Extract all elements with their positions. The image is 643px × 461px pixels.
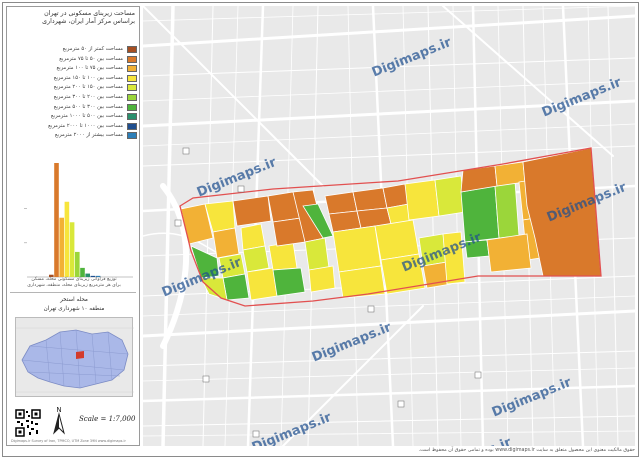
- parcel[interactable]: [268, 241, 298, 271]
- parcel[interactable]: [222, 273, 250, 301]
- legend-swatch: [127, 93, 137, 101]
- legend-label: مساحت کمتر از ۵۰ مترمربع: [62, 46, 123, 52]
- parcel[interactable]: [272, 267, 306, 297]
- histogram-bar: [80, 267, 85, 277]
- poi-marker-icon: [174, 219, 182, 227]
- histogram-bar: [64, 201, 70, 277]
- legend-swatch: [127, 55, 137, 63]
- legend-swatch: [127, 122, 137, 130]
- location-inset-map: [15, 317, 134, 397]
- parcel[interactable]: [308, 265, 336, 293]
- parcel[interactable]: [332, 225, 382, 273]
- legend-item: مساحت کمتر از ۵۰ مترمربع: [11, 45, 137, 55]
- parcel[interactable]: [304, 237, 330, 271]
- legend-label: مساحت بین ۷۵ تا ۱۰۰ مترمربع: [56, 65, 123, 72]
- divider: [10, 292, 136, 293]
- location-title: محله استخر منطقه ۱۰ شهرداری تهران: [43, 297, 105, 312]
- legend-item: مساحت بین ۱۰۰ تا ۱۵۰ مترمربع: [11, 74, 137, 84]
- map-scale: Scale = 1:7,000: [79, 415, 136, 423]
- histogram-bar: [69, 222, 75, 277]
- histogram-bar: [75, 251, 80, 277]
- map-view[interactable]: Digimaps.ir Digimaps.ir Digimaps.ir Digimap…: [143, 6, 635, 446]
- poi-marker-icon: [182, 147, 190, 155]
- parcel[interactable]: [240, 223, 266, 251]
- legend-item: مساحت بین ۲۰۰ تا ۳۰۰ مترمربع: [11, 93, 137, 103]
- poi-marker-icon: [202, 375, 210, 383]
- legend-label: مساحت بیشتر از ۲۰۰۰ مترمربع: [54, 132, 123, 139]
- parcel[interactable]: [338, 265, 386, 299]
- legend-item: مساحت بین ۱۰۰۰ تا ۲۰۰۰ مترمربع: [11, 122, 137, 132]
- histogram-caption: توزیع فراوانی زیربنای مسکونی محله، مسکن …: [27, 277, 121, 288]
- panel-footer-text: Digimaps.ir Survey of Iran, TPMCO, UTM Z…: [11, 439, 126, 443]
- legend-item: مساحت بیشتر از ۲۰۰۰ مترمربع: [11, 131, 137, 141]
- highlight-area: [76, 351, 84, 359]
- histogram-bar: [54, 163, 59, 277]
- parcel[interactable]: [352, 187, 388, 212]
- legend-list: مساحت کمتر از ۵۰ مترمربع مساحت بین ۵۰ تا …: [11, 45, 137, 141]
- legend-item: مساحت بین ۵۰۰ تا ۱۰۰۰ مترمربع: [11, 112, 137, 122]
- legend-title: مساحت زیربنای مسکونی در تهران براساس مرک…: [42, 10, 135, 25]
- legend-swatch: [127, 65, 137, 73]
- legend-item: مساحت بین ۱۵۰ تا ۲۰۰ مترمربع: [11, 83, 137, 93]
- legend-item: مساحت بین ۵۰ تا ۷۵ مترمربع: [11, 55, 137, 65]
- legend-label: مساحت بین ۵۰۰ تا ۱۰۰۰ مترمربع: [50, 113, 123, 120]
- legend-label: مساحت بین ۱۰۰ تا ۱۵۰ مترمربع: [53, 74, 123, 81]
- histogram-bar: [59, 217, 64, 277]
- parcel[interactable]: [246, 267, 278, 301]
- copyright-footer: حقوق مالکیت معنوی این محصول متعلق به سای…: [418, 448, 635, 453]
- legend-label: مساحت بین ۳۰۰ تا ۵۰۰ مترمربع: [53, 103, 123, 110]
- poi-marker-icon: [252, 430, 260, 438]
- parcel[interactable]: [434, 175, 466, 217]
- legend-swatch: [127, 84, 137, 92]
- legend-item: مساحت بین ۷۵ تا ۱۰۰ مترمربع: [11, 64, 137, 74]
- legend-label: مساحت بین ۵۰ تا ۷۵ مترمربع: [59, 55, 123, 62]
- legend-swatch: [127, 113, 137, 121]
- qr-code-icon: [15, 409, 41, 437]
- legend-swatch: [127, 103, 137, 111]
- poi-marker-icon: [237, 185, 245, 193]
- parcel[interactable]: [324, 191, 358, 215]
- parcel[interactable]: [212, 227, 240, 259]
- legend-label: مساحت بین ۱۰۰۰ تا ۲۰۰۰ مترمربع: [48, 122, 123, 129]
- poi-marker-icon: [367, 305, 375, 313]
- parcel[interactable]: [374, 219, 420, 261]
- legend-swatch: [127, 46, 137, 53]
- poi-marker-icon: [397, 400, 405, 408]
- legend-label: مساحت بین ۲۰۰ تا ۳۰۰ مترمربع: [53, 93, 123, 100]
- parcel[interactable]: [486, 233, 532, 273]
- parcel[interactable]: [232, 195, 272, 227]
- legend-panel: مساحت زیربنای مسکونی در تهران براساس مرک…: [6, 6, 140, 446]
- legend-label: مساحت بین ۱۵۰ تا ۲۰۰ مترمربع: [53, 84, 123, 91]
- histogram-chart: [24, 163, 133, 278]
- parcel[interactable]: [242, 245, 270, 273]
- poi-marker-icon: [474, 371, 482, 379]
- north-arrow-icon: N: [53, 406, 65, 435]
- legend-swatch: [127, 74, 137, 82]
- legend-swatch: [127, 132, 137, 140]
- parcel[interactable]: [404, 179, 440, 221]
- parcel[interactable]: [494, 181, 520, 239]
- legend-item: مساحت بین ۳۰۰ تا ۵۰۰ مترمربع: [11, 103, 137, 113]
